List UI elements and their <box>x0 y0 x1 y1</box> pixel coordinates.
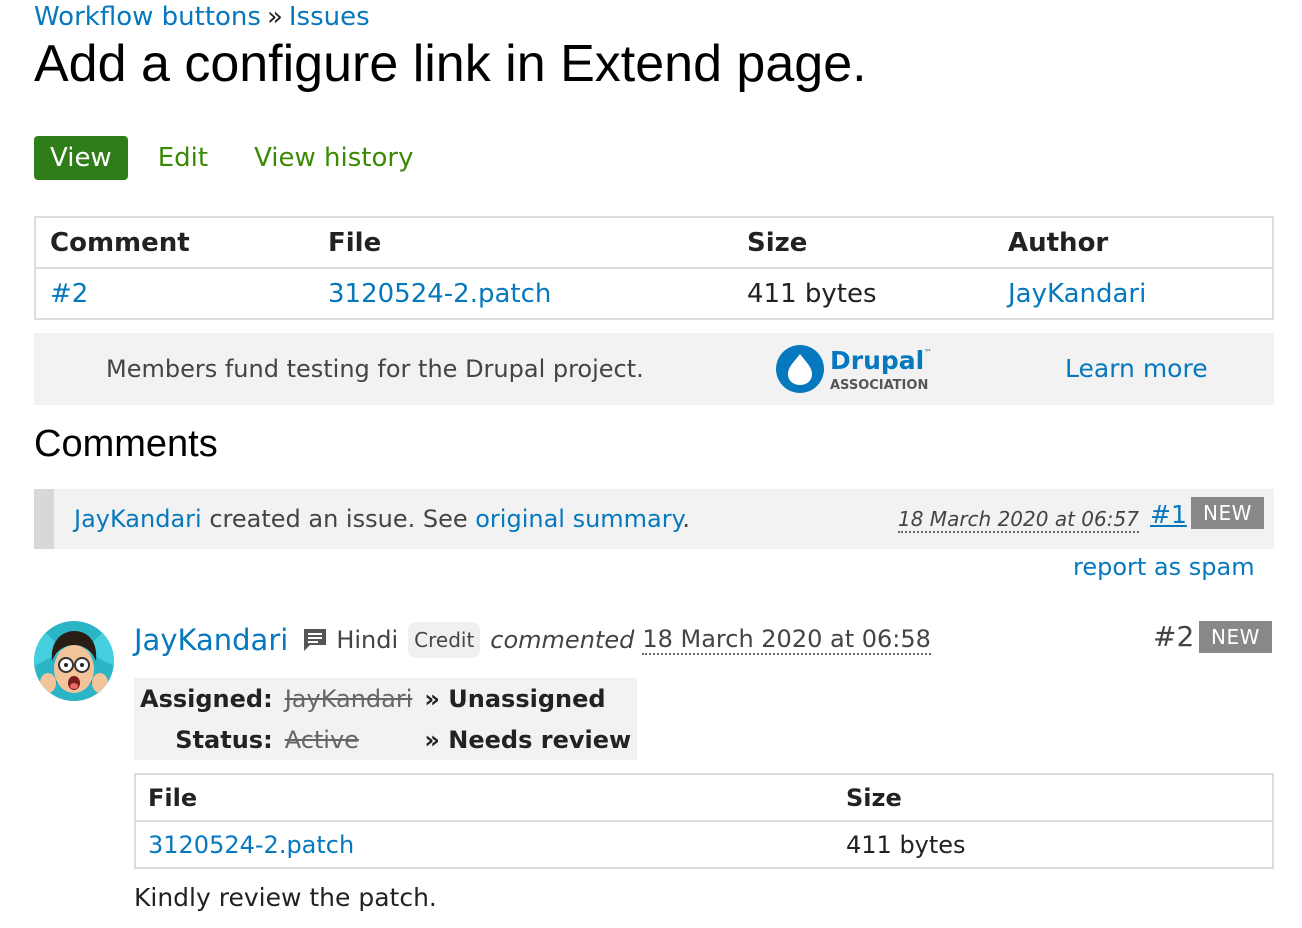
cell-file: 3120524-2.patch <box>314 267 733 320</box>
tab-view[interactable]: View <box>34 136 128 180</box>
system-comment-date: 18 March 2020 at 06:57 <box>898 507 1139 533</box>
drupal-association-text: ASSOCIATION <box>830 378 928 393</box>
tab-view-history[interactable]: View history <box>238 136 429 180</box>
column-header-file: File <box>134 773 834 822</box>
file-link[interactable]: 3120524-2.patch <box>148 831 354 859</box>
change-row-assigned: Assigned: JayKandari » Unassigned <box>140 678 631 719</box>
issue-changes: Assigned: JayKandari » Unassigned Status… <box>134 678 638 760</box>
change-label: Status: <box>175 725 273 754</box>
issue-files-table: Comment File Size Author #2 3120524-2.pa… <box>34 216 1274 320</box>
column-header-size: Size <box>834 773 1274 822</box>
change-new-value: » Needs review <box>424 725 632 754</box>
funding-banner: Members fund testing for the Drupal proj… <box>34 333 1274 405</box>
commented-label: commented <box>490 626 635 654</box>
system-comment-bar <box>34 489 54 549</box>
system-comment: JayKandari created an issue. See origina… <box>34 489 1274 549</box>
column-header-file: File <box>314 216 733 269</box>
cell-comment: #2 <box>34 267 314 320</box>
comments-heading: Comments <box>34 423 218 465</box>
change-new-value: » Unassigned <box>424 684 606 713</box>
change-label: Assigned: <box>140 684 273 713</box>
comment-date: 18 March 2020 at 06:58 <box>642 625 931 655</box>
table-row: 3120524-2.patch 411 bytes <box>134 820 1274 869</box>
breadcrumb-separator: » <box>266 2 283 32</box>
comment-icon <box>304 629 327 651</box>
cell-size: 411 bytes <box>834 820 1274 869</box>
system-comment-author-link[interactable]: JayKandari <box>74 505 202 533</box>
drupal-drop-icon: Drupal ™ ASSOCIATION <box>776 345 932 393</box>
cell-file: 3120524-2.patch <box>134 820 834 869</box>
table-header-row: Comment File Size Author <box>34 216 1274 269</box>
comment-body: Kindly review the patch. <box>134 883 437 912</box>
new-badge: NEW <box>1191 497 1264 529</box>
funding-text: Members fund testing for the Drupal proj… <box>106 355 644 383</box>
comment-files-table: File Size 3120524-2.patch 411 bytes <box>134 773 1274 869</box>
column-header-comment: Comment <box>34 216 314 269</box>
new-badge: NEW <box>1199 621 1272 653</box>
column-header-author: Author <box>994 216 1274 269</box>
system-comment-message: created an issue. See <box>201 505 476 533</box>
report-spam-link[interactable]: report as spam <box>1073 552 1255 582</box>
change-old-value: JayKandari <box>284 684 413 713</box>
breadcrumb-item-issues[interactable]: Issues <box>289 2 370 32</box>
cell-author: JayKandari <box>994 267 1274 320</box>
breadcrumb-item-workflow-buttons[interactable]: Workflow buttons <box>34 2 261 32</box>
avatar[interactable] <box>34 621 114 701</box>
drupal-wordmark: Drupal <box>830 346 924 375</box>
page-title: Add a configure link in Extend page. <box>34 35 867 93</box>
breadcrumb: Workflow buttons» Issues <box>34 0 370 34</box>
system-comment-text: JayKandari created an issue. See origina… <box>74 489 690 549</box>
drupal-tm: ™ <box>924 348 932 357</box>
user-avatar-icon <box>34 621 114 701</box>
change-old-value: Active <box>284 725 359 754</box>
table-row: #2 3120524-2.patch 411 bytes JayKandari <box>34 267 1274 320</box>
column-header-size: Size <box>733 216 994 269</box>
original-summary-link[interactable]: original summary <box>475 505 682 533</box>
comment-language: Hindi <box>336 626 399 654</box>
learn-more-link[interactable]: Learn more <box>1065 333 1208 405</box>
system-comment-period: . <box>682 505 691 533</box>
cell-size: 411 bytes <box>733 267 994 320</box>
credit-badge[interactable]: Credit <box>408 622 481 658</box>
tab-edit[interactable]: Edit <box>142 136 224 180</box>
table-header-row: File Size <box>134 773 1274 822</box>
comment-number-link[interactable]: #2 <box>50 279 88 309</box>
change-row-status: Status: Active » Needs review <box>140 719 631 760</box>
file-link[interactable]: 3120524-2.patch <box>328 279 551 309</box>
comment-header: JayKandari Hindi Credit commented 18 Mar… <box>134 618 931 662</box>
comment-permalink[interactable]: #2 <box>1153 619 1194 655</box>
system-comment-permalink[interactable]: #1 <box>1150 497 1187 533</box>
tabs: View Edit View history <box>34 136 443 180</box>
drupal-association-logo[interactable]: Drupal ™ ASSOCIATION <box>774 343 944 395</box>
comment-author-link[interactable]: JayKandari <box>134 623 288 657</box>
author-link[interactable]: JayKandari <box>1008 279 1146 309</box>
